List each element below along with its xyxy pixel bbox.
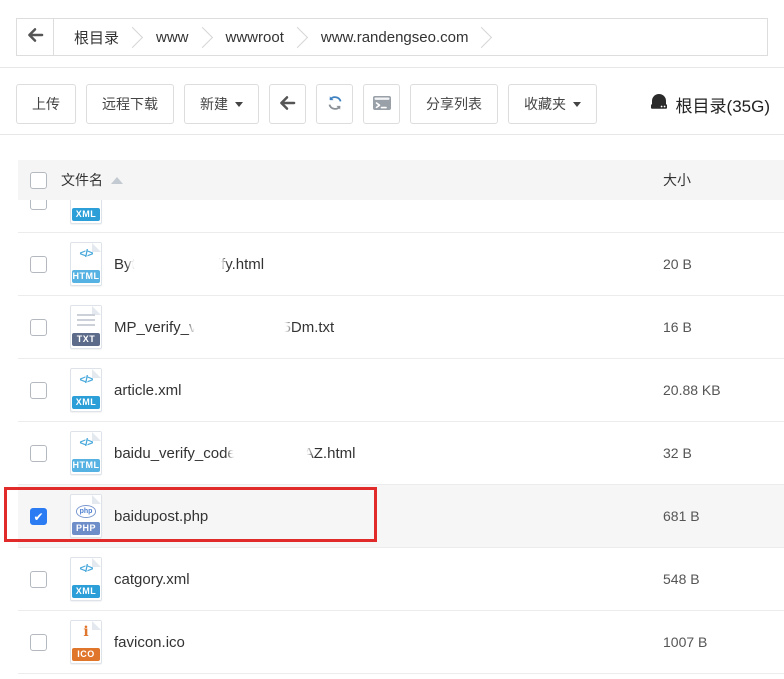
table-row[interactable]: </> XML catgory.xml 548 B — [18, 548, 784, 611]
table-row[interactable]: </> XML article.xml 20.88 KB — [18, 359, 784, 422]
table-row[interactable]: </> HTML baidu_verify_code AZ.html 32 B — [18, 422, 784, 485]
file-extension-badge: HTML — [72, 270, 100, 283]
file-type-icon: </> XML — [68, 200, 104, 224]
table-row[interactable]: TXT MP_verify_v 5Dm.txt 16 B — [18, 296, 784, 359]
table-row[interactable]: php PHP baidupost.php 681 B — [4, 485, 784, 548]
file-size: 20.88 KB — [663, 382, 721, 398]
redaction-blur — [132, 255, 221, 272]
back-arrow-icon — [27, 27, 44, 48]
sort-ascending-icon — [111, 176, 123, 184]
file-extension-badge: HTML — [72, 459, 100, 472]
back-arrow-icon — [279, 95, 296, 114]
select-all-checkbox[interactable] — [30, 171, 47, 189]
column-filename[interactable]: 文件名 — [61, 170, 663, 190]
toolbar: 上传 远程下载 新建 分享列表 收藏夹 根目录(35G) — [16, 84, 774, 124]
row-checkbox[interactable] — [30, 633, 47, 651]
file-size: 548 B — [663, 571, 700, 587]
file-extension-badge: PHP — [72, 522, 100, 535]
file-size: 681 B — [663, 508, 700, 524]
divider — [0, 67, 784, 68]
file-name[interactable]: MP_verify_v 5Dm.txt — [114, 318, 663, 336]
file-name[interactable]: baidupost.php — [114, 508, 663, 525]
file-name[interactable]: catgory.xml — [114, 571, 663, 588]
table-row[interactable]: </> HTML Byt ify.html 20 B — [18, 233, 784, 296]
table-header: 文件名 大小 — [18, 160, 784, 200]
file-name[interactable]: Byt ify.html — [114, 255, 663, 273]
new-dropdown-button[interactable]: 新建 — [184, 84, 259, 124]
row-checkbox[interactable] — [30, 444, 47, 462]
terminal-icon — [372, 94, 392, 115]
file-extension-badge: XML — [72, 207, 100, 221]
chevron-down-icon — [573, 101, 581, 107]
file-extension-badge: XML — [72, 396, 100, 409]
file-extension-badge: TXT — [72, 333, 100, 346]
file-extension-badge: XML — [72, 585, 100, 598]
file-type-icon: TXT — [68, 305, 104, 349]
redaction-blur — [232, 444, 307, 461]
file-glyph: php — [68, 500, 104, 518]
refresh-icon — [326, 94, 344, 115]
file-size: 16 B — [663, 319, 692, 335]
file-size: 32 B — [663, 445, 692, 461]
favorites-dropdown-button[interactable]: 收藏夹 — [508, 84, 597, 124]
breadcrumb-item[interactable]: 根目录 — [60, 27, 129, 48]
file-table: 文件名 大小 </> XML </> HTML Bytify.html 20 B — [4, 160, 784, 674]
file-name[interactable]: article.xml — [114, 382, 663, 399]
breadcrumb: 根目录 www wwwroot www.randengseo.com — [16, 18, 768, 56]
file-type-icon: </> HTML — [68, 431, 104, 475]
table-row[interactable]: i ICO favicon.ico 1007 B — [18, 611, 784, 674]
file-type-icon: php PHP — [68, 494, 104, 538]
chevron-down-icon — [235, 101, 243, 107]
filename-header-label: 文件名 — [61, 172, 103, 188]
file-type-icon: i ICO — [68, 620, 104, 664]
breadcrumb-back-button[interactable] — [17, 19, 54, 55]
divider — [0, 134, 784, 135]
row-checkbox[interactable] — [30, 318, 47, 336]
share-list-button[interactable]: 分享列表 — [410, 84, 498, 124]
favorites-label: 收藏夹 — [524, 96, 566, 112]
file-glyph — [68, 311, 104, 327]
file-glyph: i — [83, 624, 89, 640]
refresh-button[interactable] — [316, 84, 353, 124]
breadcrumb-item[interactable]: www — [142, 29, 199, 46]
remote-download-button[interactable]: 远程下载 — [86, 84, 174, 124]
row-checkbox[interactable] — [30, 200, 47, 210]
file-size: 1007 B — [663, 634, 708, 650]
file-glyph: </> — [79, 437, 94, 449]
upload-button[interactable]: 上传 — [16, 84, 76, 124]
row-checkbox[interactable] — [30, 570, 47, 588]
disk-usage-label: 根目录(35G) — [675, 96, 770, 116]
breadcrumb-item[interactable]: wwwroot — [212, 29, 294, 46]
table-body: </> XML </> HTML Bytify.html 20 B TXT MP… — [4, 200, 784, 674]
disk-usage[interactable]: 根目录(35G) — [648, 92, 774, 117]
file-extension-badge: ICO — [72, 648, 100, 661]
breadcrumb-item[interactable]: www.randengseo.com — [307, 29, 479, 46]
hard-drive-icon — [648, 92, 670, 117]
column-size[interactable]: 大小 — [663, 170, 784, 190]
file-glyph: </> — [79, 374, 94, 386]
row-checkbox[interactable] — [30, 381, 47, 399]
file-size: 20 B — [663, 256, 692, 272]
row-checkbox[interactable] — [30, 255, 47, 273]
file-glyph: </> — [79, 248, 94, 260]
redaction-blur — [193, 318, 286, 335]
file-name[interactable]: favicon.ico — [114, 634, 663, 651]
file-type-icon: </> XML — [68, 557, 104, 601]
row-checkbox[interactable] — [30, 507, 47, 525]
new-dropdown-label: 新建 — [200, 96, 228, 112]
clipped-row: </> XML — [18, 200, 784, 233]
file-glyph: </> — [79, 563, 94, 575]
file-name[interactable]: baidu_verify_code AZ.html — [114, 444, 663, 462]
back-button[interactable] — [269, 84, 306, 124]
file-type-icon: </> HTML — [68, 242, 104, 286]
file-type-icon: </> XML — [68, 368, 104, 412]
terminal-button[interactable] — [363, 84, 400, 124]
table-row[interactable]: </> XML — [18, 200, 784, 232]
